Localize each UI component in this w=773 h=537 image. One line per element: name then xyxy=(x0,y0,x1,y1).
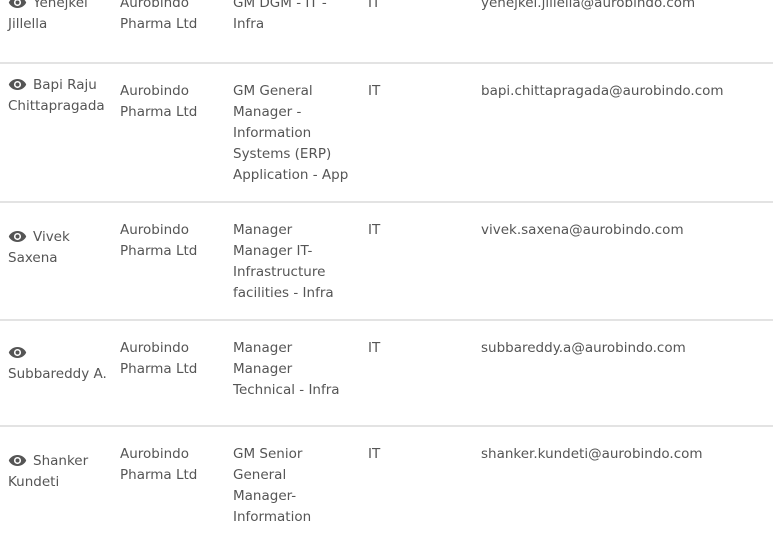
email-link[interactable]: yehejkel.jillella@aurobindo.com xyxy=(481,0,695,11)
department-cell: IT xyxy=(368,446,381,462)
department-cell: IT xyxy=(368,222,381,238)
email-cell: subbareddy.a@aurobindo.com xyxy=(481,338,771,359)
email-link[interactable]: vivek.saxena@aurobindo.com xyxy=(481,222,684,238)
eye-icon[interactable] xyxy=(8,0,27,9)
title-cell: GM DGM - IT - Infra xyxy=(233,0,327,32)
eye-icon[interactable] xyxy=(8,78,27,91)
table-row: Vivek Saxena Aurobindo Pharma Ltd Manage… xyxy=(0,203,773,321)
company-cell: Aurobindo Pharma Ltd xyxy=(120,222,198,259)
company-cell: Aurobindo Pharma Ltd xyxy=(120,340,198,377)
contact-name-cell: Yehejkel Jillella xyxy=(8,0,108,35)
contact-name-link[interactable]: Subbareddy A. xyxy=(8,366,107,382)
email-cell: vivek.saxena@aurobindo.com xyxy=(481,220,771,241)
table-row: Shanker Kundeti Aurobindo Pharma Ltd GM … xyxy=(0,427,773,537)
contact-name-cell: Vivek Saxena xyxy=(8,227,108,269)
title-cell: GM Senior General Manager-Information xyxy=(233,446,312,525)
company-cell: Aurobindo Pharma Ltd xyxy=(120,83,198,120)
contact-name-cell: Bapi Raju Chittapragada xyxy=(8,75,108,117)
email-cell: shanker.kundeti@aurobindo.com xyxy=(481,444,771,465)
title-cell: Manager Manager IT-Infrastructure facili… xyxy=(233,222,334,301)
eye-icon[interactable] xyxy=(8,454,27,467)
title-cell: Manager Manager Technical - Infra xyxy=(233,340,340,398)
title-cell: GM General Manager - Information Systems… xyxy=(233,83,349,183)
department-cell: IT xyxy=(368,0,381,11)
table-row: Yehejkel Jillella Aurobindo Pharma Ltd G… xyxy=(0,0,773,64)
company-cell: Aurobindo Pharma Ltd xyxy=(120,446,198,483)
email-cell: bapi.chittapragada@aurobindo.com xyxy=(481,81,771,102)
email-link[interactable]: shanker.kundeti@aurobindo.com xyxy=(481,446,703,462)
department-cell: IT xyxy=(368,340,381,356)
contact-name-cell: Subbareddy A. xyxy=(8,343,108,385)
eye-icon[interactable] xyxy=(8,346,27,359)
email-cell: yehejkel.jillella@aurobindo.com xyxy=(481,0,771,14)
email-link[interactable]: subbareddy.a@aurobindo.com xyxy=(481,340,686,356)
table-row: Bapi Raju Chittapragada Aurobindo Pharma… xyxy=(0,64,773,203)
contact-name-cell: Shanker Kundeti xyxy=(8,451,108,493)
table-row: Subbareddy A. Aurobindo Pharma Ltd Manag… xyxy=(0,321,773,427)
company-cell: Aurobindo Pharma Ltd xyxy=(120,0,198,32)
contacts-table: Yehejkel Jillella Aurobindo Pharma Ltd G… xyxy=(0,0,773,537)
eye-icon[interactable] xyxy=(8,230,27,243)
email-link[interactable]: bapi.chittapragada@aurobindo.com xyxy=(481,83,724,99)
department-cell: IT xyxy=(368,83,381,99)
